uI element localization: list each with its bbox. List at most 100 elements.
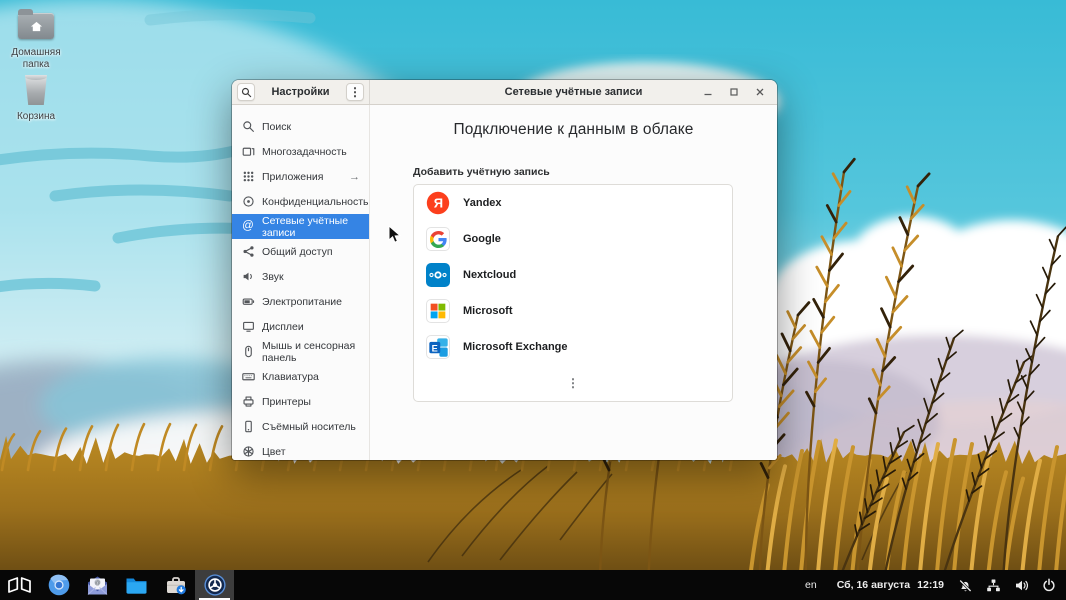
settings-app-button[interactable]: [195, 570, 234, 600]
clock-time[interactable]: 12:19: [917, 579, 944, 591]
sidebar-item-displays[interactable]: Дисплеи: [232, 314, 369, 339]
sidebar-item-label: Приложения: [262, 171, 323, 183]
search-icon: [241, 120, 255, 134]
window-controls: [701, 85, 777, 99]
mail-app-button[interactable]: @: [78, 570, 117, 600]
taskbar-apps: @: [0, 570, 234, 600]
chromium-icon: [48, 574, 70, 596]
keyboard-icon: [241, 370, 255, 384]
sidebar-item-power[interactable]: Электропитание: [232, 289, 369, 314]
add-account-label: Добавить учётную запись: [413, 166, 777, 178]
sidebar-item-label: Принтеры: [262, 396, 311, 408]
chromium-app-button[interactable]: [39, 570, 78, 600]
sidebar-item-apps[interactable]: Приложения →: [232, 164, 369, 189]
power-icon: [241, 295, 255, 309]
microsoft-logo-icon: [426, 299, 450, 323]
mouse-cursor: [388, 225, 402, 245]
provider-name: Yandex: [463, 197, 502, 209]
color-icon: [241, 445, 255, 459]
sidebar-item-privacy[interactable]: Конфиденциальность→: [232, 189, 369, 214]
kebab-menu-icon: ⋮: [349, 86, 361, 98]
chevron-right-icon: →: [349, 171, 360, 183]
online-accounts-icon: @: [241, 220, 255, 234]
taskbar: @ en Сб, 16 августа 12:19: [0, 570, 1066, 600]
sidebar: Поиск Многозадачность Приложения → Конфиденц…: [232, 105, 370, 460]
keyboard-layout-indicator[interactable]: en: [805, 579, 817, 591]
main-panel: Подключение к данным в облаке Добавить у…: [370, 105, 777, 460]
removable-media-icon: [241, 420, 255, 434]
mouse-icon: [241, 345, 255, 359]
maximize-button[interactable]: [727, 85, 741, 99]
close-button[interactable]: [753, 85, 767, 99]
sidebar-item-keyboard[interactable]: Клавиатура: [232, 364, 369, 389]
provider-row-yandex[interactable]: Я Yandex: [414, 185, 732, 221]
sidebar-item-color[interactable]: Цвет: [232, 439, 369, 460]
displays-icon: [241, 320, 255, 334]
sidebar-item-label: Клавиатура: [262, 371, 319, 383]
headerbar: Настройки ⋮ Сетевые учётные записи: [232, 80, 777, 105]
yandex-logo-icon: Я: [426, 191, 450, 215]
provider-row-nextcloud[interactable]: Nextcloud: [414, 257, 732, 293]
sidebar-item-multitasking[interactable]: Многозадачность: [232, 139, 369, 164]
network-icon[interactable]: [986, 578, 1001, 593]
sidebar-item-online-accounts[interactable]: @Сетевые учётные записи: [232, 214, 369, 239]
svg-text:Я: Я: [434, 196, 443, 211]
providers-list: Я Yandex Google Nextcloud Microsoft EMicrosof…: [414, 185, 732, 365]
provider-row-google[interactable]: Google: [414, 221, 732, 257]
software-icon: [165, 575, 187, 596]
volume-icon[interactable]: [1014, 578, 1029, 593]
window-body: Поиск Многозадачность Приложения → Конфиденц…: [232, 105, 777, 460]
clock-date[interactable]: Сб, 16 августа: [837, 579, 910, 591]
files-icon: [125, 576, 148, 595]
sidebar-item-removable-media[interactable]: Съёмный носитель: [232, 414, 369, 439]
sidebar-item-label: Поиск: [262, 121, 291, 133]
minimize-icon: [703, 87, 713, 97]
files-app-button[interactable]: [117, 570, 156, 600]
workspaces-icon: [7, 575, 32, 595]
provider-name: Microsoft: [463, 305, 513, 317]
svg-text:@: @: [95, 580, 101, 586]
sound-icon: [241, 270, 255, 284]
desktop-icon-trash[interactable]: Корзина: [0, 72, 72, 123]
provider-row-microsoft[interactable]: Microsoft: [414, 293, 732, 329]
sidebar-item-label: Многозадачность: [262, 146, 347, 158]
sidebar-item-label: Конфиденциальность: [262, 196, 369, 208]
search-button[interactable]: [237, 83, 255, 101]
minimize-button[interactable]: [701, 85, 715, 99]
sidebar-item-sound[interactable]: Звук: [232, 264, 369, 289]
multitasking-icon: [241, 145, 255, 159]
software-app-button[interactable]: [156, 570, 195, 600]
sidebar-item-label: Звук: [262, 271, 284, 283]
taskbar-status-area: en Сб, 16 августа 12:19: [805, 578, 1066, 593]
settings-window: Настройки ⋮ Сетевые учётные записи Поиск…: [232, 80, 777, 460]
mail-icon: @: [86, 575, 109, 596]
power-icon[interactable]: [1042, 578, 1056, 592]
workspaces-app-button[interactable]: [0, 570, 39, 600]
printers-icon: [241, 395, 255, 409]
maximize-icon: [729, 87, 739, 97]
sidebar-item-sharing[interactable]: Общий доступ: [232, 239, 369, 264]
close-icon: [755, 87, 765, 97]
google-logo-icon: [426, 227, 450, 251]
desktop-icon-label: Корзина: [17, 111, 55, 123]
sidebar-item-label: Цвет: [262, 446, 286, 458]
providers-card: Я Yandex Google Nextcloud Microsoft EMicrosof…: [413, 184, 733, 402]
svg-text:E: E: [431, 343, 437, 353]
provider-name: Nextcloud: [463, 269, 516, 281]
sidebar-item-printers[interactable]: Принтеры: [232, 389, 369, 414]
provider-row-exchange[interactable]: EMicrosoft Exchange: [414, 329, 732, 365]
nextcloud-logo-icon: [426, 263, 450, 287]
panel-heading: Подключение к данным в облаке: [370, 121, 777, 139]
provider-name: Google: [463, 233, 501, 245]
apps-icon: [241, 170, 255, 184]
desktop-icon-home-folder[interactable]: Домашняя папка: [0, 8, 72, 70]
settings-icon: [204, 574, 226, 596]
sharing-icon: [241, 245, 255, 259]
more-providers-button[interactable]: ⋮: [414, 365, 732, 401]
desktop-icon-label: Домашняя папка: [1, 47, 71, 70]
menu-button[interactable]: ⋮: [346, 83, 364, 101]
sidebar-item-mouse[interactable]: Мышь и сенсорная панель: [232, 339, 369, 364]
notifications-off-icon[interactable]: [958, 578, 973, 593]
app-title: Настройки: [271, 86, 329, 98]
sidebar-item-search[interactable]: Поиск: [232, 114, 369, 139]
